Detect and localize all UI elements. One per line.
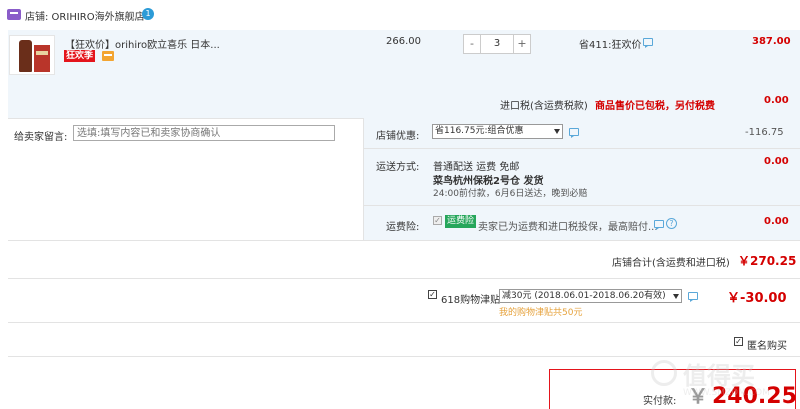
quantity-minus-button[interactable]: - (464, 35, 481, 53)
shopping-bonus-note: 我的购物津贴共50元 (499, 308, 583, 318)
chat-icon[interactable] (654, 220, 664, 230)
payment-amount-value: 240.25 (712, 384, 797, 409)
seller-message-label: 给卖家留言: (14, 132, 68, 143)
shop-total-value: ￥270.25 (738, 254, 797, 268)
divider (363, 118, 364, 240)
help-icon[interactable]: ? (666, 218, 677, 229)
dropdown-arrow-icon (673, 294, 679, 299)
payment-amount: ￥ 240.25 (688, 380, 797, 409)
shop-discount-value: -116.75 (745, 127, 784, 138)
divider (8, 322, 800, 323)
quantity-stepper[interactable]: - 3 + (463, 34, 531, 54)
shopping-bonus-value: ￥-30.00 (727, 291, 787, 306)
divider (363, 205, 800, 206)
divider (8, 356, 800, 357)
insurance-checkbox[interactable]: ✓ (433, 216, 442, 225)
dropdown-arrow-icon (554, 129, 560, 134)
anonymous-label[interactable]: 匿名购买 (747, 337, 787, 352)
shopping-bonus-select[interactable]: 减30元 (2018.06.01-2018.06.20有效) (499, 289, 682, 303)
quantity-input[interactable]: 3 (481, 35, 513, 53)
quantity-plus-button[interactable]: + (513, 35, 530, 53)
currency-symbol: ￥ (688, 384, 708, 408)
import-tax-label: 进口税(含运费税款) (500, 101, 588, 112)
shipping-method: 普通配送 运费 免邮 (433, 162, 520, 173)
shopping-bonus-selected: 减30元 (2018.06.01-2018.06.20有效) (502, 291, 666, 301)
divider (363, 148, 800, 149)
item-promotion: 省411:狂欢价 (579, 40, 642, 51)
payment-label: 实付款: (643, 396, 677, 407)
festival-tag: 狂欢季 (64, 50, 96, 62)
shop-discount-label: 店铺优惠: (376, 131, 420, 142)
shipping-insurance-label: 运费险: (386, 222, 420, 233)
divider (8, 240, 800, 241)
shop-name[interactable]: 店铺: ORIHIRO海外旗舰店 (25, 8, 145, 23)
shipping-method-label: 运送方式: (376, 162, 420, 173)
insurance-value: 0.00 (764, 216, 789, 227)
product-box-graphic (34, 45, 50, 72)
chat-icon[interactable] (643, 38, 653, 48)
unit-price: 266.00 (386, 36, 421, 47)
anonymous-checkbox[interactable]: ✓ (734, 337, 743, 346)
seller-message-input[interactable] (73, 125, 335, 141)
shop-discount-selected: 省116.75元:组合优惠 (435, 126, 524, 136)
insurance-tag: 运费险 (445, 215, 477, 228)
shopping-bonus-checkbox[interactable]: ✓ (428, 290, 437, 299)
product-bottle-graphic (19, 40, 32, 72)
shipping-eta: 24:00前付款，6月6日送达，晚到必赔 (433, 189, 588, 199)
card-icon (102, 51, 114, 61)
import-tax-value: 0.00 (764, 95, 789, 106)
shop-total-label: 店铺合计(含运费和进口税) (612, 258, 730, 269)
divider (8, 278, 800, 279)
shop-icon (7, 9, 21, 20)
chat-icon[interactable] (688, 292, 698, 302)
shop-discount-select[interactable]: 省116.75元:组合优惠 (432, 124, 563, 139)
chat-icon[interactable] (569, 128, 579, 138)
product-title[interactable]: 【狂欢价】orihiro欧立喜乐 日本... (65, 36, 220, 51)
import-tax-note: 商品售价已包税，另付税费 (595, 101, 715, 112)
shopping-bonus-label: 618购物津贴 (441, 295, 501, 306)
shipping-warehouse: 菜鸟杭州保税2号仓 发货 (433, 176, 544, 187)
insurance-description: 卖家已为运费和进口税投保，最高赔付... (478, 222, 658, 233)
shop-badge[interactable]: 1 (142, 8, 154, 20)
shipping-value: 0.00 (764, 156, 789, 167)
product-thumbnail[interactable] (9, 35, 55, 75)
item-subtotal: 387.00 (752, 36, 791, 47)
